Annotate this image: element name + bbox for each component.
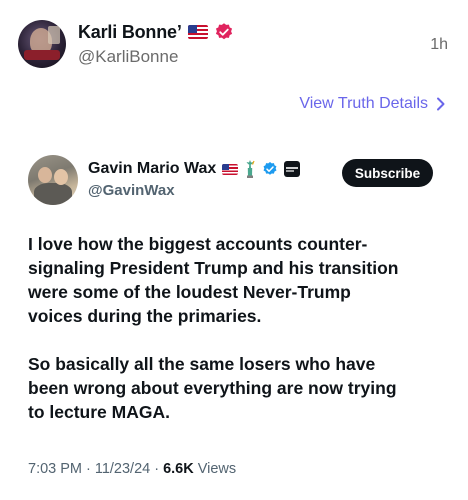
author-handle[interactable]: @KarliBonne [78,47,178,67]
meta-separator: · [86,461,91,477]
author-name-row: Karli Bonne’ [78,20,234,44]
post-paragraph: So basically all the same losers who hav… [28,354,397,422]
quoted-avatar[interactable] [28,155,78,205]
verified-badge-icon [263,162,277,175]
quoted-handle[interactable]: @GavinWax [88,182,175,199]
view-details-label: View Truth Details [299,95,428,112]
post-header: Karli Bonne’ @KarliBonne 1h [0,0,468,80]
us-flag-icon [222,163,239,175]
meta-separator: · [154,461,160,477]
post-time: 7:03 PM [28,461,82,477]
avatar-figure [34,183,72,205]
view-details-link[interactable]: View Truth Details [299,95,446,113]
quoted-post-header: Gavin Mario Wax @GavinWax Subscribe [0,150,468,210]
quoted-display-name[interactable]: Gavin Mario Wax [88,160,216,178]
affiliate-badge-icon [284,161,301,177]
post-date: 11/23/24 [94,461,151,477]
chevron-right-icon [437,97,445,111]
post-timestamp: 1h [430,36,448,53]
avatar-figure-accent [48,26,60,44]
views-count: 6.6K [163,461,194,477]
quoted-name-row: Gavin Mario Wax [88,158,301,180]
post-meta: 7:03 PM · 11/23/24 · 6.6K Views [28,461,236,477]
subscribe-button[interactable]: Subscribe [342,159,433,187]
us-flag-icon [187,25,208,39]
avatar-figure [54,169,68,185]
statue-of-liberty-icon [246,160,255,178]
avatar[interactable] [18,20,66,68]
quoted-post-body: I love how the biggest accounts counter-… [28,232,448,424]
verified-badge-icon [215,23,232,40]
post-paragraph: I love how the biggest accounts counter-… [28,234,399,326]
avatar-figure [38,167,52,183]
author-display-name[interactable]: Karli Bonne’ [78,22,182,43]
views-label: Views [197,461,237,477]
avatar-logo-banner [24,50,60,60]
